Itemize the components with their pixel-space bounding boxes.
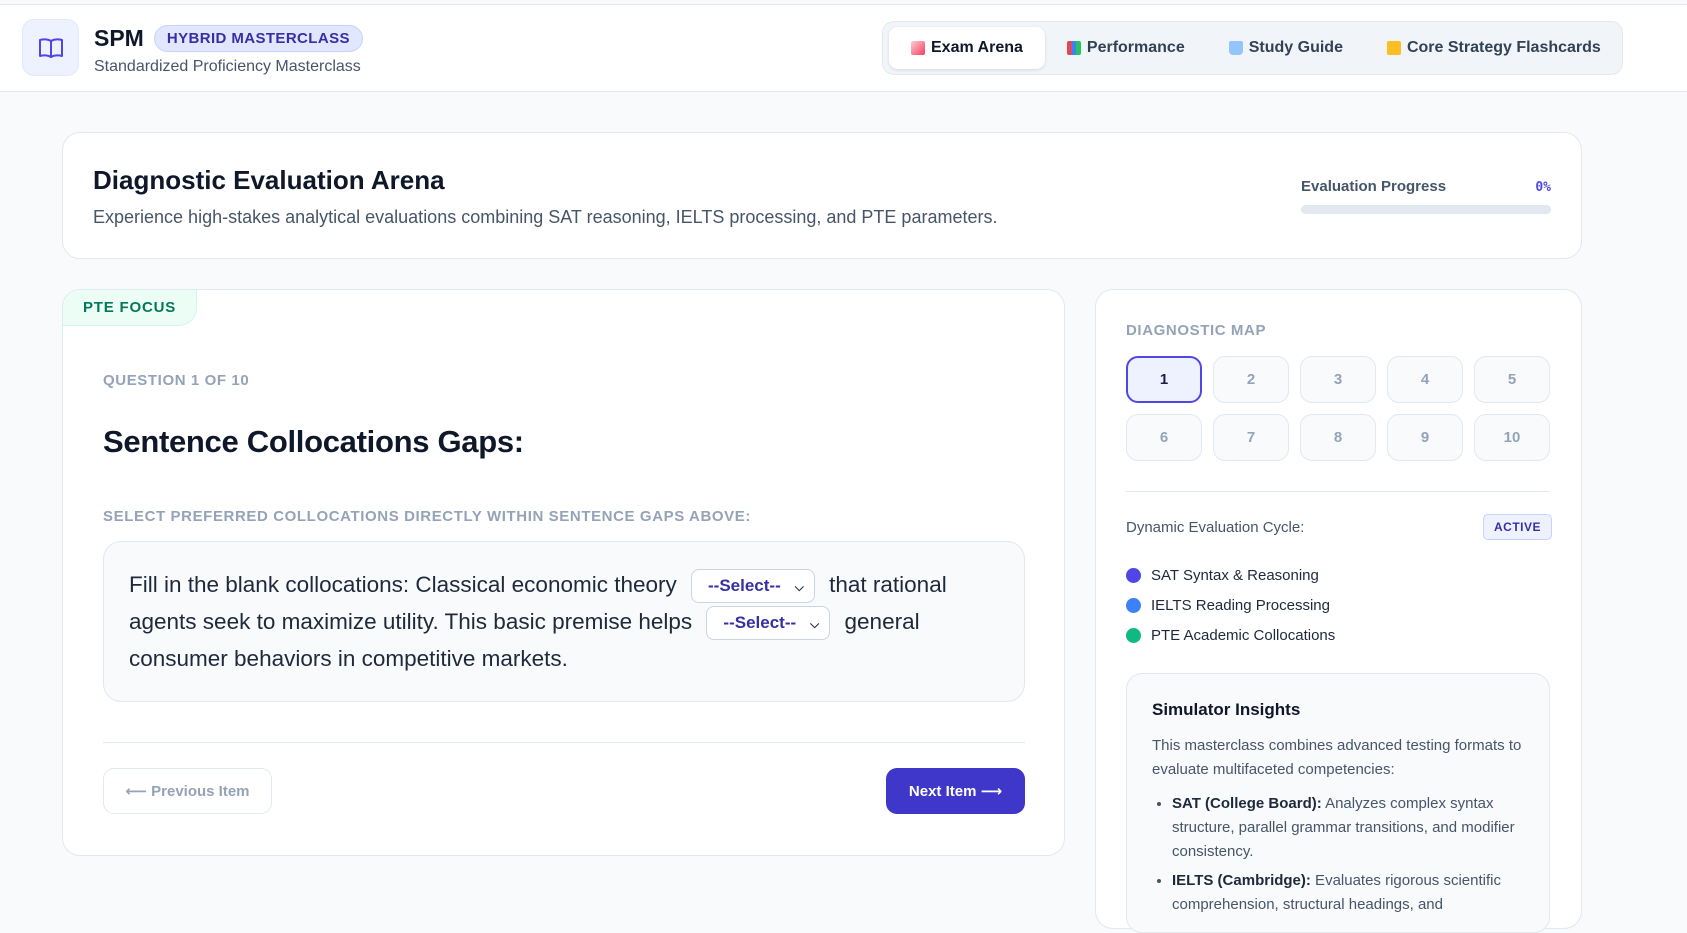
legend-label: PTE Academic Collocations: [1151, 626, 1336, 644]
tab-flashcards-label: Core Strategy Flashcards: [1406, 39, 1601, 56]
map-cell-3[interactable]: 3: [1300, 356, 1376, 403]
tab-study-guide[interactable]: Study Guide: [1207, 27, 1365, 69]
passage-text-1: Fill in the blank collocations: Classica…: [129, 572, 677, 597]
insight-bold: IELTS (Cambridge):: [1172, 872, 1311, 889]
question-instruction: SELECT PREFERRED COLLOCATIONS DIRECTLY W…: [103, 508, 751, 525]
diagnostic-map-grid: 1 2 3 4 5 6 7 8 9 10: [1126, 356, 1550, 461]
next-item-button[interactable]: Next Item ⟶: [886, 768, 1025, 814]
map-cell-6[interactable]: 6: [1126, 414, 1202, 461]
previous-item-button[interactable]: ⟵ Previous Item: [103, 768, 272, 814]
map-cell-10[interactable]: 10: [1474, 414, 1550, 461]
list-item: SAT (College Board): Analyzes complex sy…: [1172, 792, 1524, 864]
simulator-insights: Simulator Insights This masterclass comb…: [1126, 673, 1550, 933]
tab-study-guide-label: Study Guide: [1248, 39, 1343, 56]
open-book-icon: [1228, 41, 1243, 55]
bar-chart-icon: [1066, 41, 1081, 55]
status-badge: ACTIVE: [1483, 514, 1553, 540]
question-number: QUESTION 1 OF 10: [103, 372, 250, 389]
insight-bold: SAT (College Board):: [1172, 795, 1322, 812]
map-cell-5[interactable]: 5: [1474, 356, 1550, 403]
gap-select-2-value: --Select--: [723, 613, 797, 633]
brand-subtitle: Standardized Proficiency Masterclass: [94, 58, 361, 75]
tab-performance-label: Performance: [1086, 39, 1185, 56]
legend-dot: [1126, 597, 1141, 613]
gap-select-2[interactable]: --Select-- ⌵: [706, 606, 831, 641]
diagnostic-sidebar: DIAGNOSTIC MAP 1 2 3 4 5 6 7 8 9 10 Dyna…: [1095, 289, 1582, 933]
map-cell-4[interactable]: 4: [1387, 356, 1463, 403]
diagnostic-map-title: DIAGNOSTIC MAP: [1126, 322, 1267, 339]
map-cell-8[interactable]: 8: [1300, 414, 1376, 461]
legend-item-pte: PTE Academic Collocations: [1126, 620, 1335, 650]
map-cell-1[interactable]: 1: [1126, 356, 1202, 403]
book-open-icon[interactable]: [22, 19, 79, 76]
hero-card: Diagnostic Evaluation Arena Experience h…: [62, 132, 1582, 259]
tab-flashcards[interactable]: Core Strategy Flashcards: [1365, 27, 1623, 69]
legend-dot: [1126, 567, 1141, 583]
progress-label: Evaluation Progress: [1301, 178, 1447, 195]
map-cell-9[interactable]: 9: [1387, 414, 1463, 461]
brand: SPM HYBRID MASTERCLASS: [94, 25, 363, 52]
cycle-label: Dynamic Evaluation Cycle:: [1126, 519, 1305, 536]
legend: SAT Syntax & Reasoning IELTS Reading Pro…: [1126, 560, 1335, 650]
legend-label: IELTS Reading Processing: [1151, 596, 1330, 614]
tab-performance[interactable]: Performance: [1045, 27, 1207, 69]
legend-item-sat: SAT Syntax & Reasoning: [1126, 560, 1335, 590]
divider: [1126, 491, 1550, 492]
progress-value: 0%: [1535, 180, 1551, 195]
memo-icon: [911, 41, 925, 55]
progress-bar: [1301, 205, 1551, 214]
focus-tag: PTE FOCUS: [63, 290, 198, 326]
insights-text: This masterclass combines advanced testi…: [1152, 737, 1522, 778]
legend-dot: [1126, 627, 1141, 643]
legend-label: SAT Syntax & Reasoning: [1151, 566, 1319, 584]
gap-select-1[interactable]: --Select-- ⌵: [691, 569, 815, 604]
insights-list: SAT (College Board): Analyzes complex sy…: [1152, 792, 1524, 917]
main-nav: Exam Arena Performance Study Guide Core …: [882, 21, 1623, 75]
insights-title: Simulator Insights: [1152, 700, 1301, 719]
question-title: Sentence Collocations Gaps:: [103, 424, 524, 459]
chevron-down-icon: ⌵: [794, 580, 804, 595]
map-cell-7[interactable]: 7: [1213, 414, 1289, 461]
tab-exam-arena-label: Exam Arena: [931, 39, 1023, 56]
gap-select-1-value: --Select--: [708, 576, 781, 596]
brand-badge: HYBRID MASTERCLASS: [153, 25, 363, 52]
brand-name: SPM: [94, 25, 144, 51]
page-description: Experience high-stakes analytical evalua…: [93, 207, 998, 227]
map-cell-2[interactable]: 2: [1213, 356, 1289, 403]
question-card: PTE FOCUS QUESTION 1 OF 10 Sentence Coll…: [62, 289, 1065, 856]
page-title: Diagnostic Evaluation Arena: [93, 165, 445, 195]
divider: [103, 742, 1025, 743]
legend-item-ielts: IELTS Reading Processing: [1126, 590, 1335, 620]
question-passage: Fill in the blank collocations: Classica…: [103, 541, 1025, 702]
chevron-down-icon: ⌵: [810, 617, 820, 632]
app-header: SPM HYBRID MASTERCLASS Standardized Prof…: [0, 4, 1687, 92]
tab-exam-arena[interactable]: Exam Arena: [889, 27, 1045, 69]
folder-icon: [1386, 41, 1401, 55]
